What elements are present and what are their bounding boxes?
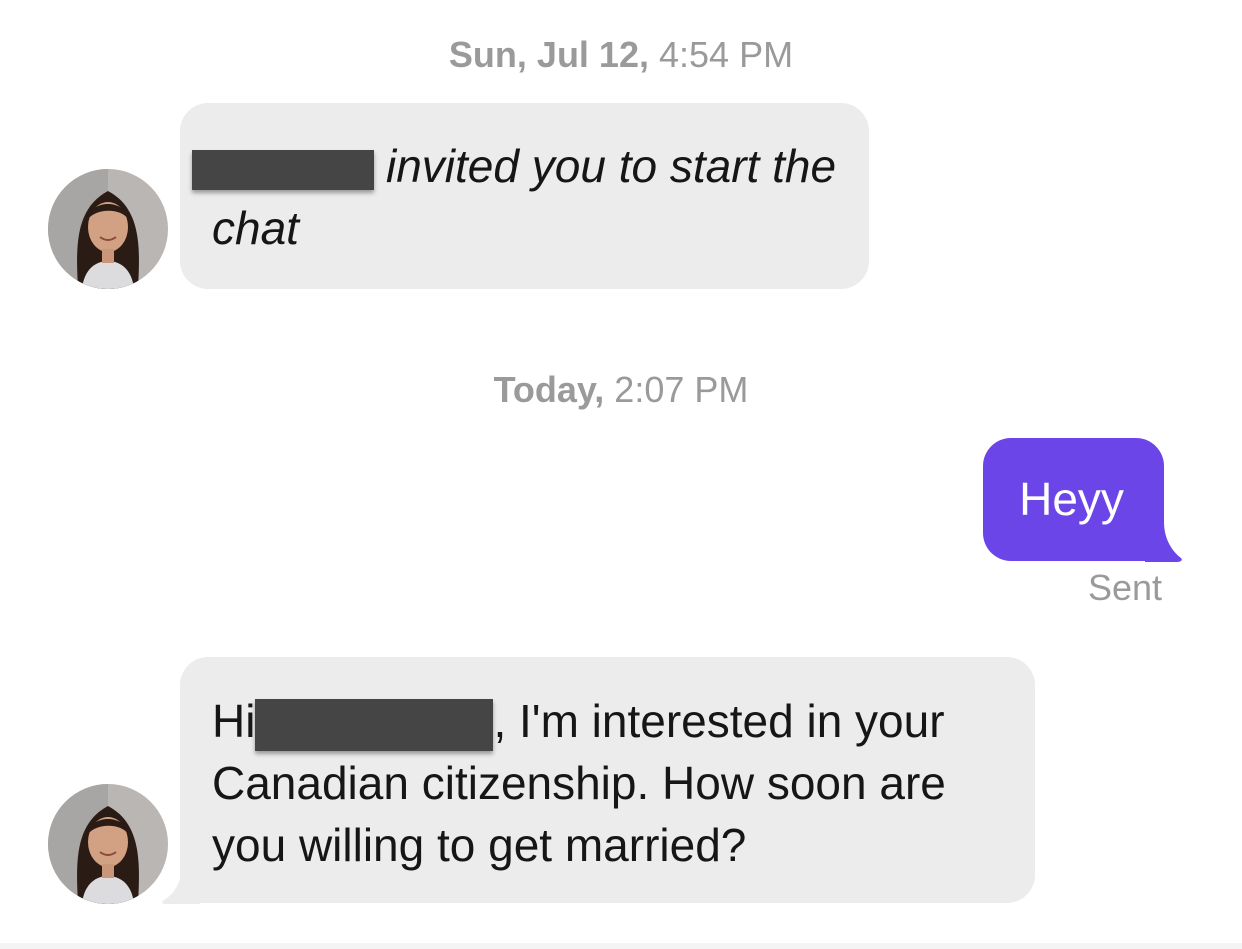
message-bubble-incoming[interactable]: Hi, I'm interested in your Canadian citi…: [180, 657, 1035, 903]
redacted-name: [255, 698, 494, 751]
timestamp-divider: Sun, Jul 12, 4:54 PM: [0, 33, 1242, 77]
contact-avatar[interactable]: [48, 169, 168, 289]
message-bubble-invite[interactable]: invited you to start the chat: [180, 103, 869, 289]
timestamp-divider: Today, 2:07 PM: [0, 368, 1242, 412]
timestamp-day: Today,: [493, 369, 605, 410]
message-text: Heyy: [1019, 473, 1124, 525]
message-status: Sent: [1087, 567, 1162, 608]
avatar-photo-icon: [48, 784, 168, 904]
timestamp-day: Sun, Jul 12,: [448, 34, 649, 75]
timestamp-time: 4:54 PM: [659, 34, 794, 75]
timestamp-time: 2:07 PM: [614, 369, 749, 410]
contact-avatar[interactable]: [48, 784, 168, 904]
avatar-photo-icon: [48, 169, 168, 289]
bottom-divider: [0, 943, 1242, 949]
redacted-name: [192, 149, 374, 190]
message-text-prefix: Hi: [212, 695, 256, 747]
message-bubble-outgoing[interactable]: Heyy: [983, 438, 1164, 561]
